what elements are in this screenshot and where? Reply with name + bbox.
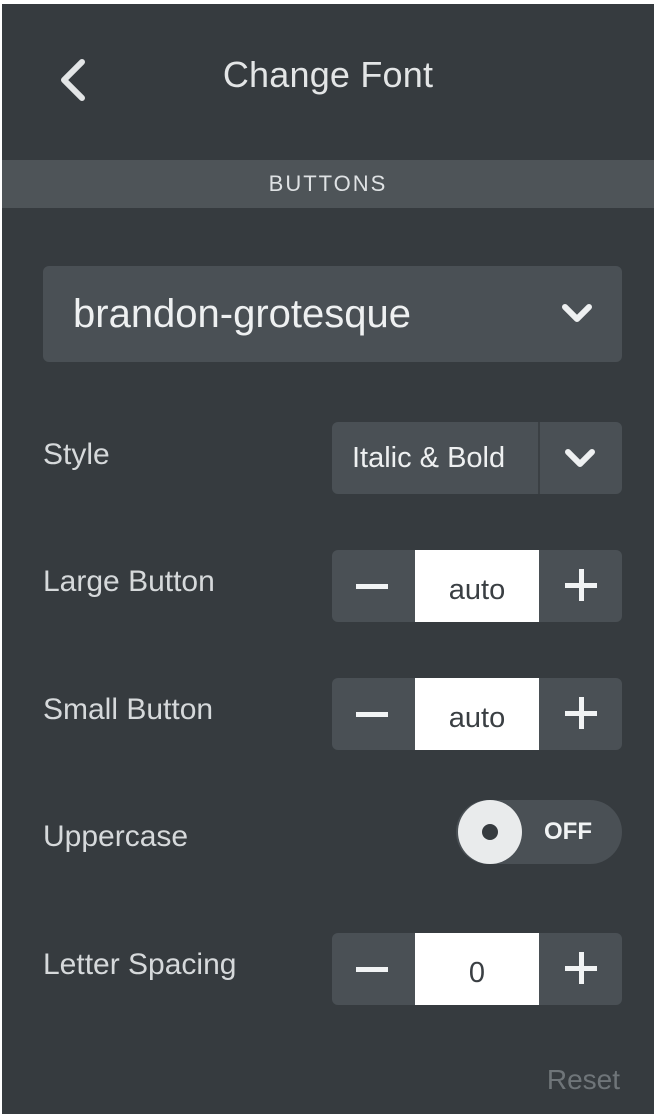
large-button-decrement-button[interactable] xyxy=(332,550,414,622)
style-label: Style xyxy=(43,438,110,471)
font-settings-panel: Change Font BUTTONS brandon-grotesque St… xyxy=(2,4,654,1114)
letter-spacing-decrement-button[interactable] xyxy=(332,933,414,1005)
chevron-down-icon xyxy=(565,449,595,467)
style-value: Italic & Bold xyxy=(352,442,506,474)
font-family-select[interactable]: brandon-grotesque xyxy=(43,266,622,362)
large-button-label: Large Button xyxy=(43,565,215,598)
large-button-size-input[interactable]: auto xyxy=(415,550,539,622)
reset-button[interactable]: Reset xyxy=(547,1064,620,1096)
letter-spacing-stepper: 0 xyxy=(332,933,622,1005)
select-divider xyxy=(538,422,540,494)
small-button-stepper: auto xyxy=(332,678,622,750)
uppercase-toggle[interactable]: OFF xyxy=(456,800,622,864)
font-family-value: brandon-grotesque xyxy=(73,292,412,336)
letter-spacing-label: Letter Spacing xyxy=(43,948,237,981)
large-button-stepper: auto xyxy=(332,550,622,622)
large-button-increment-button[interactable] xyxy=(540,550,622,622)
uppercase-label: Uppercase xyxy=(43,820,189,853)
toggle-knob xyxy=(458,800,522,864)
small-button-label: Small Button xyxy=(43,693,214,726)
letter-spacing-increment-button[interactable] xyxy=(540,933,622,1005)
letter-spacing-input[interactable]: 0 xyxy=(415,933,539,1005)
small-button-increment-button[interactable] xyxy=(540,678,622,750)
small-button-size-input[interactable]: auto xyxy=(415,678,539,750)
panel-header: Change Font xyxy=(2,4,654,158)
toggle-state: OFF xyxy=(544,818,592,845)
style-select[interactable]: Italic & Bold xyxy=(332,422,622,494)
chevron-down-icon xyxy=(562,304,592,322)
page-title: Change Font xyxy=(222,54,434,95)
section-header: BUTTONS xyxy=(2,160,654,208)
small-button-decrement-button[interactable] xyxy=(332,678,414,750)
